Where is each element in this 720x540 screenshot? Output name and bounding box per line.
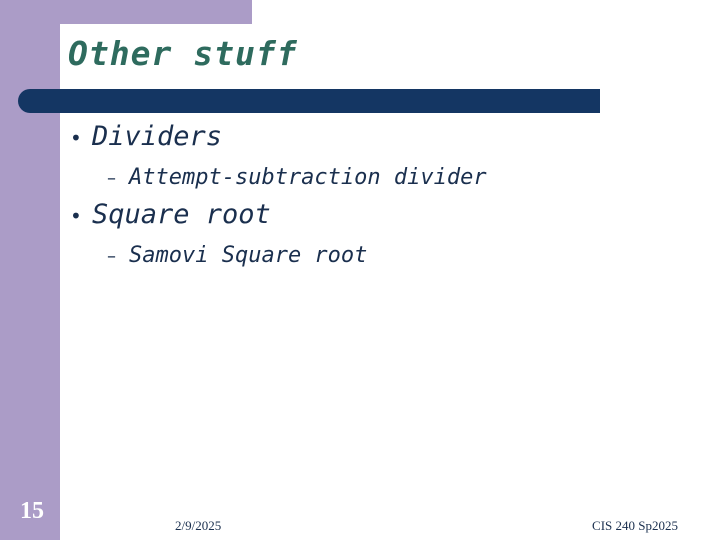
footer-date: 2/9/2025 bbox=[175, 518, 222, 533]
slide-number: 15 bbox=[20, 498, 44, 524]
sub-bullet-marker: – bbox=[107, 168, 116, 189]
sub-bullet-marker: – bbox=[107, 246, 116, 267]
bullet-marker: • bbox=[70, 204, 82, 228]
sub-item-attempt-subtraction-divider: – Attempt-subtraction divider bbox=[107, 165, 487, 190]
sub-bullet-text: Samovi Square root bbox=[129, 243, 368, 268]
bullet-item-square-root: • Square root bbox=[70, 199, 271, 230]
bullet-item-dividers: • Dividers bbox=[70, 121, 222, 152]
sub-item-samovi-square-root: – Samovi Square root bbox=[107, 243, 367, 268]
slide: Other stuff • Dividers – Attempt-subtracti… bbox=[0, 0, 720, 540]
sub-bullet-text: Attempt-subtraction divider bbox=[129, 165, 487, 190]
bullet-text: Square root bbox=[92, 199, 271, 230]
bullet-marker: • bbox=[70, 126, 82, 150]
bullet-text: Dividers bbox=[92, 121, 223, 152]
bullet-list: • Dividers – Attempt-subtraction divider •… bbox=[0, 0, 720, 540]
footer-course: CIS 240 Sp2025 bbox=[592, 518, 678, 533]
